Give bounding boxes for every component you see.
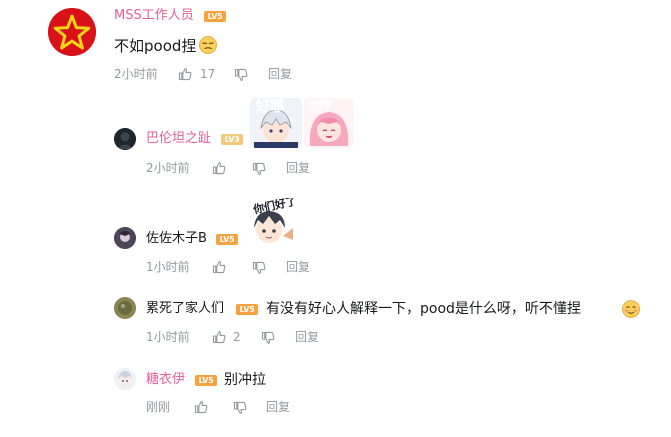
username[interactable]: 巴伦坦之趾 (146, 131, 211, 147)
reply-button[interactable]: 回复 (286, 161, 310, 175)
username[interactable]: 累死了家人们 (146, 301, 224, 317)
dislike-icon[interactable] (261, 331, 275, 345)
like-icon[interactable] (212, 260, 226, 274)
dislike-icon[interactable] (233, 401, 247, 415)
like-icon[interactable] (178, 67, 192, 81)
level-badge: LV5 (216, 234, 238, 245)
avatar[interactable] (48, 8, 96, 56)
username[interactable]: 佐佐木子B (146, 231, 207, 247)
comment-time: 2小时前 (114, 67, 158, 81)
sticker-caption: 好耶 (256, 99, 285, 116)
dislike-icon[interactable] (252, 261, 266, 275)
sticker-image: 你们好了 (247, 198, 297, 248)
sticker-image: 欢呼 (304, 98, 354, 148)
avatar[interactable] (114, 227, 136, 249)
comment-time: 1小时前 (146, 260, 190, 274)
level-badge: LV3 (221, 134, 243, 145)
reply-button[interactable]: 回复 (266, 400, 290, 414)
comment-time: 2小时前 (146, 161, 190, 175)
like-count: 2 (233, 330, 241, 344)
level-badge: LV5 (195, 375, 217, 386)
like-icon[interactable] (212, 161, 226, 175)
comment-time: 刚刚 (146, 400, 171, 414)
avatar[interactable] (114, 297, 136, 319)
reply-button[interactable]: 回复 (286, 260, 310, 274)
comment-text: 有没有好心人解释一下，pood是什么呀，听不懂捏 (266, 301, 581, 317)
username[interactable]: MSS工作人员 (114, 8, 194, 24)
blush-emoji-icon (622, 300, 640, 318)
like-icon[interactable] (212, 330, 226, 344)
level-badge: LV5 (236, 304, 258, 315)
sticker-caption: 欢呼 (308, 99, 333, 113)
like-icon[interactable] (194, 400, 208, 414)
avatar[interactable] (114, 128, 136, 150)
comment-text: 别冲拉 (224, 372, 266, 388)
smirk-emoji-icon (199, 36, 217, 54)
star-avatar-icon (48, 8, 96, 56)
reply-button[interactable]: 回复 (268, 67, 292, 81)
level-badge: LV5 (204, 11, 226, 22)
sticker-image: 好耶 (250, 98, 302, 148)
username[interactable]: 糖衣伊 (146, 372, 185, 388)
like-count: 17 (200, 67, 216, 81)
dislike-icon[interactable] (234, 68, 248, 82)
avatar[interactable] (114, 368, 136, 390)
comment-time: 1小时前 (146, 330, 190, 344)
dislike-icon[interactable] (252, 162, 266, 176)
reply-button[interactable]: 回复 (295, 330, 319, 344)
comment-text: 不如pood捏 (114, 37, 197, 55)
